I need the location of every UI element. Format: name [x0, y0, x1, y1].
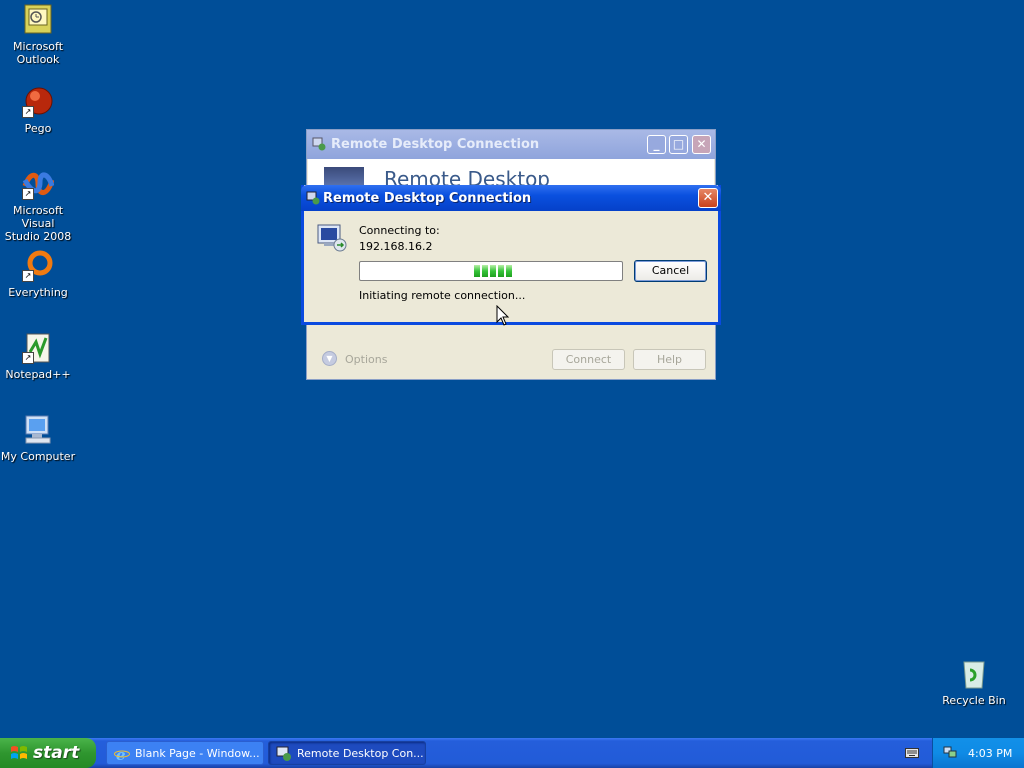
keyboard-icon[interactable]: [905, 748, 919, 758]
notepadpp-icon: ↗: [22, 332, 54, 364]
mouse-cursor-icon: [496, 305, 510, 326]
dialog-title: Remote Desktop Connection: [323, 191, 532, 206]
clock[interactable]: 4:03 PM: [968, 747, 1012, 760]
svg-text:e: e: [116, 746, 126, 762]
desktop-icon-label: Microsoft Outlook: [12, 40, 64, 66]
dialog-title-bar[interactable]: Remote Desktop Connection ✕: [301, 185, 721, 211]
recycle-bin-icon: [958, 658, 990, 690]
remote-address: 192.168.16.2: [359, 240, 433, 253]
dialog-close-button[interactable]: ✕: [698, 188, 718, 208]
shortcut-arrow-icon: ↗: [22, 106, 34, 118]
taskbar-item-blank-page[interactable]: e Blank Page - Window...: [106, 741, 264, 765]
connect-button[interactable]: Connect: [552, 349, 625, 370]
progress-block: [474, 265, 480, 277]
minimize-button[interactable]: _: [647, 135, 666, 154]
desktop-icon-recycle-bin[interactable]: Recycle Bin: [936, 658, 1012, 707]
options-button[interactable]: Options: [345, 353, 387, 366]
system-tray: 4:03 PM: [932, 738, 1024, 768]
cancel-button[interactable]: Cancel: [634, 260, 707, 282]
rdc-main-title-bar[interactable]: Remote Desktop Connection _ □ ✕: [307, 130, 715, 159]
pego-icon: ↗: [22, 86, 54, 118]
connection-progress-bar: [359, 261, 623, 281]
taskbar-item-label: Blank Page - Window...: [135, 747, 260, 760]
network-tray-icon[interactable]: [943, 745, 957, 759]
progress-block: [506, 265, 512, 277]
desktop-icon-notepadpp[interactable]: ↗ Notepad++: [0, 332, 76, 381]
windows-logo-icon: [11, 746, 27, 759]
desktop-icon-label: Everything: [8, 286, 68, 299]
desktop-icon-my-computer[interactable]: My Computer: [0, 414, 76, 463]
my-computer-icon: [22, 414, 54, 446]
desktop-icon-label: Microsoft Visual Studio 2008: [4, 204, 72, 243]
ie-icon: e: [114, 746, 130, 762]
status-text: Initiating remote connection...: [359, 289, 526, 302]
rdc-icon: [306, 191, 320, 205]
taskbar-item-remote-desktop[interactable]: Remote Desktop Con...: [268, 741, 426, 765]
rdc-icon: [312, 137, 326, 151]
computer-connecting-icon: [317, 224, 347, 252]
visual-studio-icon: ↗: [22, 168, 55, 200]
desktop-icon-label: Recycle Bin: [942, 694, 1006, 707]
outlook-icon: [22, 4, 54, 36]
taskbar: start e Blank Page - Window... Remote De…: [0, 738, 1024, 768]
shortcut-arrow-icon: ↗: [22, 188, 34, 200]
desktop-icon-pego[interactable]: ↗ Pego: [0, 86, 76, 135]
window-title: Remote Desktop Connection: [331, 137, 540, 152]
progress-block: [498, 265, 504, 277]
shortcut-arrow-icon: ↗: [22, 352, 34, 364]
everything-icon: ↗: [22, 250, 54, 282]
connecting-label: Connecting to:: [359, 224, 440, 237]
start-button[interactable]: start: [0, 738, 96, 768]
options-chevron-icon[interactable]: ▼: [322, 351, 337, 366]
desktop-icon-label: My Computer: [0, 450, 76, 463]
start-label: start: [33, 743, 80, 763]
maximize-button[interactable]: □: [669, 135, 688, 154]
desktop-icon-label: Pego: [24, 122, 52, 135]
progress-block: [482, 265, 488, 277]
desktop-icon-label: Notepad++: [5, 368, 71, 381]
progress-block: [490, 265, 496, 277]
rdc-icon: [276, 746, 291, 761]
taskbar-item-label: Remote Desktop Con...: [297, 747, 424, 760]
desktop-icon-visual-studio[interactable]: ↗ Microsoft Visual Studio 2008: [0, 168, 76, 243]
close-button[interactable]: ✕: [692, 135, 711, 154]
connecting-dialog: Remote Desktop Connection ✕ Connecting t…: [301, 185, 721, 325]
shortcut-arrow-icon: ↗: [22, 270, 34, 282]
help-button[interactable]: Help: [633, 349, 706, 370]
desktop-icon-outlook[interactable]: Microsoft Outlook: [0, 4, 76, 66]
desktop-icon-everything[interactable]: ↗ Everything: [0, 250, 76, 299]
